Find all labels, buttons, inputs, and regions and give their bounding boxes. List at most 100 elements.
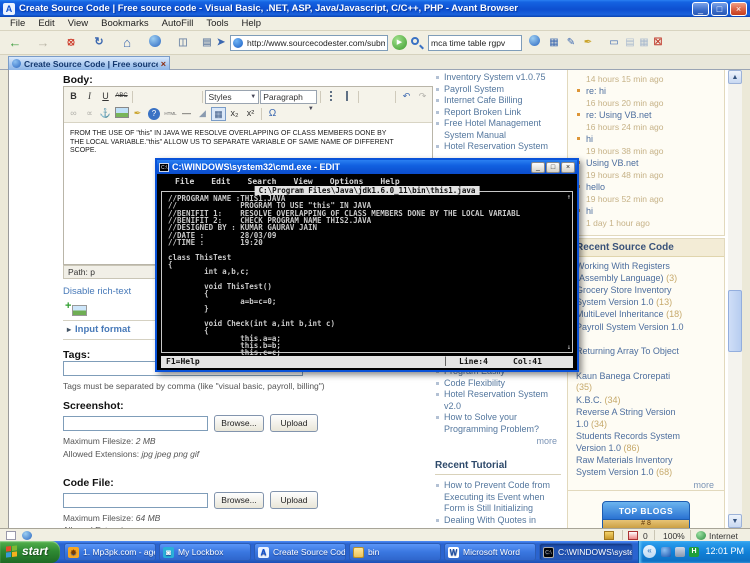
- source-link[interactable]: Students Records System Version 1.0 (86): [568, 431, 698, 455]
- menu-file[interactable]: File: [10, 18, 25, 29]
- taskbar-clock[interactable]: 12:01 PM: [705, 546, 744, 556]
- cmd-edit-window[interactable]: C:\ C:\WINDOWS\system32\cmd.exe - EDIT _…: [155, 158, 579, 372]
- menu-autofill[interactable]: AutoFill: [162, 18, 194, 29]
- list-item[interactable]: How to Prevent Code from Executing its E…: [435, 480, 561, 515]
- screenshot-browse-button[interactable]: Browse...: [214, 415, 264, 432]
- list-item[interactable]: Payroll System: [435, 84, 561, 96]
- top-blogs-badge[interactable]: TOP BLOGS: [602, 501, 690, 520]
- remove-format-icon[interactable]: ◢: [195, 107, 210, 121]
- menu-help[interactable]: Help: [242, 18, 262, 29]
- body-textarea[interactable]: FROM THE USE OF "this" IN JAVA WE RESOLV…: [64, 123, 404, 163]
- close-button[interactable]: ×: [730, 2, 747, 16]
- taskbar-task-avant[interactable]: A Create Source Code...: [254, 543, 346, 561]
- menu-bookmarks[interactable]: Bookmarks: [101, 18, 149, 29]
- go-button[interactable]: ▶: [392, 35, 407, 50]
- comment-link[interactable]: hi: [586, 134, 593, 144]
- screenshot-upload-button[interactable]: Upload: [270, 414, 318, 432]
- subscript-icon[interactable]: x₂: [227, 107, 242, 121]
- tray-h-icon[interactable]: H: [689, 547, 699, 557]
- edit-text-area[interactable]: //PROGRAM NAME :THIS1.JAVA // PROGRAM TO…: [161, 191, 573, 353]
- tray-collapse-icon[interactable]: «: [643, 545, 656, 558]
- scroll-down-icon[interactable]: ▼: [728, 514, 742, 528]
- more-link[interactable]: more: [435, 436, 561, 446]
- tab-create-source-code[interactable]: Create Source Code | Free source cod... …: [8, 56, 170, 70]
- scrollbar-thumb[interactable]: [728, 290, 742, 352]
- close-all-icon[interactable]: ☒: [650, 35, 666, 51]
- codefile-upload-button[interactable]: Upload: [270, 491, 318, 509]
- source-link[interactable]: Returning Array To Object: [568, 346, 698, 359]
- source-link[interactable]: Kaun Banega Crorepati (35): [568, 371, 698, 395]
- toggle-guidelines-icon[interactable]: ▦: [211, 107, 226, 121]
- menu-tools[interactable]: Tools: [206, 18, 228, 29]
- edit-scroll-up-icon[interactable]: ↑: [567, 193, 571, 201]
- new-page-icon[interactable]: ▭: [606, 35, 622, 51]
- list-item[interactable]: Free Hotel Management System Manual: [435, 118, 561, 141]
- page-edit-icon[interactable]: ✎: [563, 35, 579, 51]
- edit-help-hint[interactable]: F1=Help: [166, 356, 200, 368]
- insert-image-icon[interactable]: [114, 107, 129, 121]
- codefile-file-input[interactable]: [63, 493, 208, 508]
- unlink-icon[interactable]: ∝: [82, 107, 97, 121]
- align-right-icon[interactable]: [168, 90, 183, 104]
- translate-icon[interactable]: ▦: [546, 35, 562, 51]
- list-item[interactable]: Report Broken Link: [435, 107, 561, 119]
- back-icon[interactable]: ←: [4, 34, 26, 52]
- taskbar-task-word[interactable]: W Microsoft Word: [444, 543, 536, 561]
- edit-menu-edit[interactable]: Edit: [211, 177, 230, 186]
- source-link[interactable]: Reverse A String Version 1.0 (34): [568, 407, 698, 431]
- bullet-list-icon[interactable]: [324, 90, 339, 104]
- cmd-console[interactable]: FileEditSearchViewOptionsHelp C:\Program…: [157, 174, 577, 370]
- underline-icon[interactable]: U: [98, 90, 113, 104]
- more-link[interactable]: more: [568, 480, 724, 490]
- redo-icon[interactable]: ↷: [415, 90, 430, 104]
- menu-edit[interactable]: Edit: [38, 18, 54, 29]
- tray-volume-icon[interactable]: [675, 547, 685, 557]
- list-item[interactable]: Hotel Reservation System v2.0: [435, 389, 561, 412]
- address-input[interactable]: [230, 35, 388, 51]
- page-scrollbar[interactable]: ▲ ▼: [728, 70, 742, 528]
- list-item[interactable]: Code Flexibility: [435, 378, 561, 390]
- tray-network-icon[interactable]: [661, 547, 671, 557]
- comment-link[interactable]: re: Using VB.net: [586, 110, 652, 120]
- comment-link[interactable]: Using VB.net: [586, 158, 639, 168]
- edit-menu-search[interactable]: Search: [248, 177, 277, 186]
- restore-button[interactable]: □: [711, 2, 728, 16]
- screenshot-file-input[interactable]: [63, 416, 208, 431]
- indent-icon[interactable]: [377, 90, 392, 104]
- zoom-level[interactable]: 100%: [663, 531, 685, 541]
- refresh-icon[interactable]: ↻: [88, 34, 110, 52]
- pointer-flag-icon[interactable]: ➤: [210, 34, 232, 52]
- edit-menu-help[interactable]: Help: [380, 177, 399, 186]
- java-source-code[interactable]: //PROGRAM NAME :THIS1.JAVA // PROGRAM TO…: [168, 195, 520, 357]
- superscript-icon[interactable]: x²: [243, 107, 258, 121]
- taskbar-task-mp3pk[interactable]: ✸ 1. Mp3pk.com - age...: [64, 543, 156, 561]
- source-link[interactable]: MultiLevel Inheritance (18): [568, 309, 698, 322]
- italic-icon[interactable]: I: [82, 90, 97, 104]
- menu-view[interactable]: View: [68, 18, 88, 29]
- comment-link[interactable]: hi: [586, 206, 593, 216]
- web-search-icon[interactable]: [526, 35, 542, 51]
- start-button[interactable]: start: [0, 541, 60, 563]
- list-item[interactable]: Hotel Reservation System: [435, 141, 561, 153]
- taskbar-task-cmd[interactable]: C:\ C:\WINDOWS\syste...: [539, 543, 633, 561]
- edit-menu-view[interactable]: View: [293, 177, 312, 186]
- link-icon[interactable]: ∞: [66, 107, 81, 121]
- help-icon[interactable]: ?: [148, 108, 160, 120]
- stop-icon[interactable]: ⦻: [60, 34, 82, 52]
- cmd-minimize-button[interactable]: _: [531, 162, 545, 173]
- comment-link[interactable]: re: hi: [586, 86, 606, 96]
- home-icon[interactable]: ⌂: [116, 34, 138, 52]
- list-item[interactable]: Internet Cafe Billing: [435, 95, 561, 107]
- edit-scroll-down-icon[interactable]: ↓: [567, 343, 571, 351]
- source-link[interactable]: Raw Materials Inventory System Version 1…: [568, 455, 698, 479]
- disable-richtext-link[interactable]: Disable rich-text: [63, 286, 131, 297]
- list-item[interactable]: Inventory System v1.0.75: [435, 72, 561, 84]
- source-link[interactable]: Working With Registers (Assembly Languag…: [568, 261, 698, 285]
- comment-link[interactable]: hello: [586, 182, 605, 192]
- edit-menu-file[interactable]: File: [175, 177, 194, 186]
- source-link[interactable]: Grocery Store Inventory System Version 1…: [568, 285, 698, 309]
- list-item[interactable]: How to Solve your Programming Problem?: [435, 412, 561, 435]
- scroll-up-icon[interactable]: ▲: [728, 70, 742, 84]
- add-image-icon[interactable]: +: [65, 300, 87, 316]
- strikethrough-icon[interactable]: ABC: [114, 90, 129, 104]
